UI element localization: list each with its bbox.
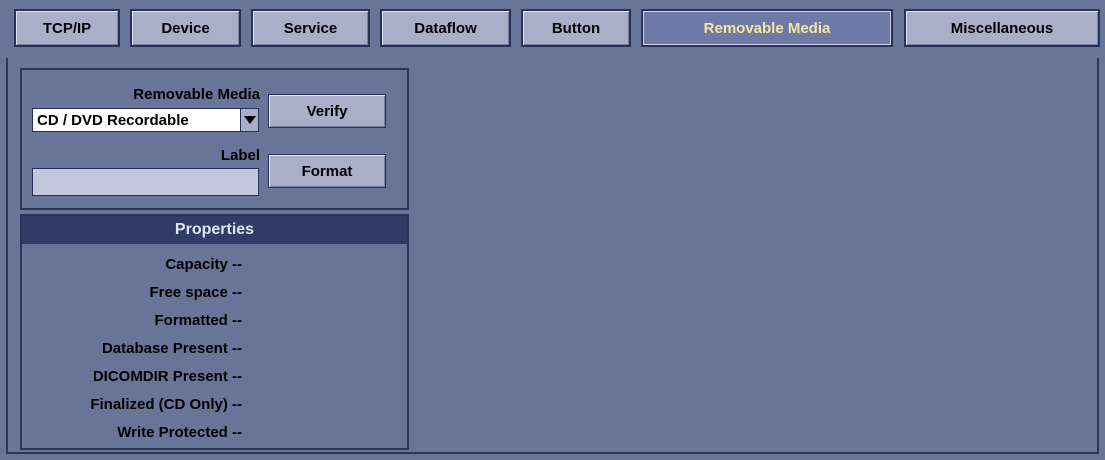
verify-button[interactable]: Verify <box>268 94 386 128</box>
chevron-down-icon[interactable] <box>240 109 258 131</box>
tab-button[interactable]: Button <box>521 9 631 47</box>
removable-media-label: Removable Media <box>133 86 260 103</box>
property-write-protected: Write Protected -- <box>117 424 242 441</box>
property-formatted: Formatted -- <box>154 312 243 329</box>
label-field-label: Label <box>220 147 260 164</box>
tab-device[interactable]: Device <box>130 9 241 47</box>
removable-media-value: CD / DVD Recordable <box>37 111 189 129</box>
tab-bar: TCP/IP Device Service Dataflow Button Re… <box>0 0 1105 58</box>
property-database-present: Database Present -- <box>101 340 242 357</box>
label-input[interactable] <box>32 168 259 196</box>
tab-removable-media[interactable]: Removable Media <box>641 9 893 47</box>
property-dicomdir-present: DICOMDIR Present -- <box>92 368 242 385</box>
property-capacity: Capacity -- <box>165 256 242 273</box>
media-panel: Removable Media CD / DVD Recordable Labe… <box>20 68 409 210</box>
tab-dataflow[interactable]: Dataflow <box>380 9 511 47</box>
removable-media-select[interactable]: CD / DVD Recordable <box>32 108 259 132</box>
property-free-space: Free space -- <box>149 284 242 301</box>
tab-tcpip[interactable]: TCP/IP <box>14 9 120 47</box>
format-button[interactable]: Format <box>268 154 386 188</box>
properties-header: Properties <box>22 216 407 244</box>
property-finalized: Finalized (CD Only) -- <box>90 396 242 413</box>
properties-panel: Properties Capacity -- Free space -- For… <box>20 214 409 450</box>
tab-miscellaneous[interactable]: Miscellaneous <box>904 9 1100 47</box>
tab-service[interactable]: Service <box>251 9 370 47</box>
